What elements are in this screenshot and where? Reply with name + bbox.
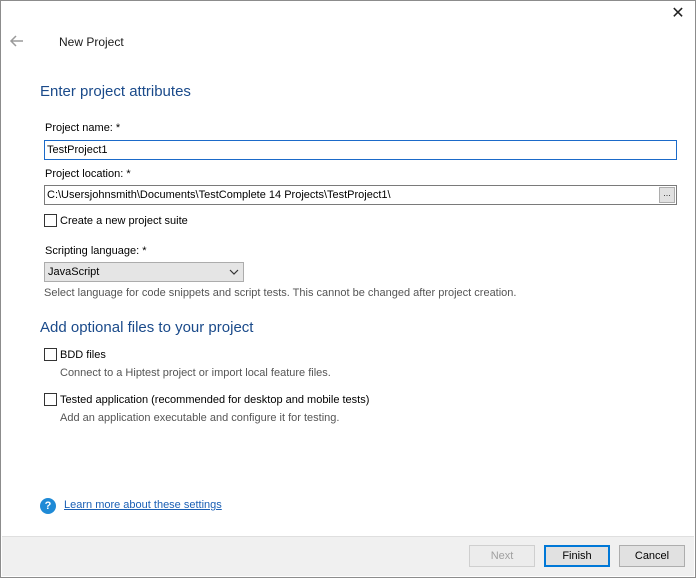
bdd-files-label: BDD files [60,348,106,361]
tested-app-hint: Add an application executable and config… [60,412,340,424]
tested-app-checkbox[interactable] [44,393,57,406]
create-suite-label: Create a new project suite [60,214,188,227]
bdd-files-checkbox-row[interactable]: BDD files [44,348,106,361]
scripting-language-hint: Select language for code snippets and sc… [44,287,517,299]
project-location-field[interactable]: C:\Usersjohnsmith\Documents\TestComplete… [44,185,677,205]
bdd-files-hint: Connect to a Hiptest project or import l… [60,367,331,379]
scripting-language-label: Scripting language: * [45,245,147,257]
project-name-input[interactable] [44,140,677,160]
create-suite-checkbox-row[interactable]: Create a new project suite [44,214,188,227]
project-location-label: Project location: * [45,168,131,180]
next-button[interactable]: Next [469,545,535,567]
bdd-files-checkbox[interactable] [44,348,57,361]
back-arrow-icon[interactable] [8,32,26,50]
browse-button[interactable]: ... [659,187,675,203]
optional-files-heading: Add optional files to your project [40,319,254,336]
finish-button[interactable]: Finish [544,545,610,567]
dialog-footer: Next Finish Cancel [2,536,694,576]
project-location-value: C:\Usersjohnsmith\Documents\TestComplete… [47,189,391,201]
tested-app-checkbox-row[interactable]: Tested application (recommended for desk… [44,393,369,406]
scripting-language-value: JavaScript [48,266,100,278]
attributes-heading: Enter project attributes [40,83,191,100]
project-name-label: Project name: * [45,122,121,134]
dialog-title: New Project [59,35,124,49]
help-icon: ? [40,498,56,514]
scripting-language-select[interactable]: JavaScript [44,262,244,282]
chevron-down-icon [229,269,239,275]
cancel-button[interactable]: Cancel [619,545,685,567]
new-project-dialog: ✕ New Project Enter project attributes P… [0,0,696,578]
tested-app-label: Tested application (recommended for desk… [60,393,370,406]
close-icon[interactable]: ✕ [667,4,689,26]
learn-more-link[interactable]: Learn more about these settings [64,499,222,511]
create-suite-checkbox[interactable] [44,214,57,227]
